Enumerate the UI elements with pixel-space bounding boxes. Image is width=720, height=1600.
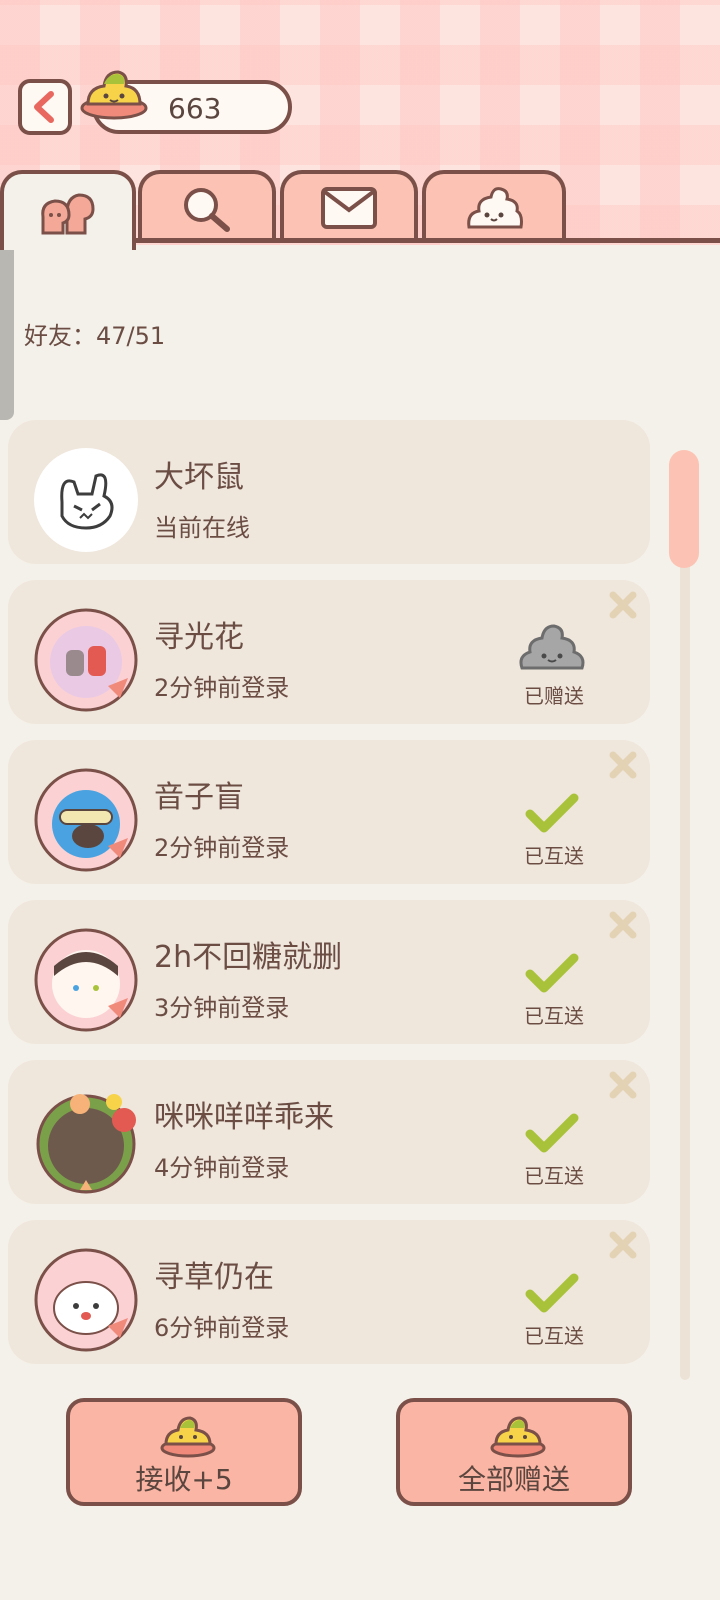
friend-name: 寻草仍在	[154, 1260, 274, 1295]
avatar	[34, 768, 138, 872]
scrollbar-track[interactable]	[680, 450, 690, 1380]
friend-status: 4分钟前登录	[154, 1154, 290, 1182]
friend-status: 当前在线	[154, 514, 250, 542]
avatar	[34, 608, 138, 712]
check-icon	[525, 793, 579, 833]
scrollbar-thumb[interactable]	[669, 450, 699, 568]
close-icon[interactable]	[608, 590, 638, 620]
check-icon	[525, 1273, 579, 1313]
gift-status: 已互送	[524, 1324, 584, 1348]
friends-icon	[41, 193, 95, 235]
friend-card[interactable]: 寻草仍在 6分钟前登录 已互送	[8, 1220, 650, 1364]
check-icon	[525, 1113, 579, 1153]
check-icon	[525, 953, 579, 993]
gift-status: 已赠送	[524, 684, 584, 708]
avatar	[34, 928, 138, 1032]
close-icon[interactable]	[608, 1070, 638, 1100]
chevron-left-icon	[34, 91, 54, 123]
friend-card[interactable]: 大坏鼠 当前在线	[8, 420, 650, 564]
candy-count: 663	[168, 92, 222, 125]
avatar	[34, 1248, 138, 1352]
friend-status: 2分钟前登录	[154, 674, 290, 702]
gift-status: 已互送	[524, 1004, 584, 1028]
mail-icon	[321, 187, 377, 229]
tab-friends[interactable]	[0, 170, 136, 250]
grey-candy-icon	[519, 624, 585, 670]
tab-candy[interactable]	[422, 170, 566, 242]
back-button[interactable]	[18, 79, 72, 135]
gift-status: 已互送	[524, 1164, 584, 1188]
friend-status: 6分钟前登录	[154, 1314, 290, 1342]
friend-status: 3分钟前登录	[154, 994, 290, 1022]
friend-status: 2分钟前登录	[154, 834, 290, 862]
friend-name: 咪咪咩咩乖来	[154, 1100, 334, 1135]
friend-name: 2h不回糖就删	[154, 940, 343, 975]
friend-card[interactable]: 音子盲 2分钟前登录 已互送	[8, 740, 650, 884]
close-icon[interactable]	[608, 1230, 638, 1260]
tab-search[interactable]	[138, 170, 276, 242]
receive-button-label: 接收+5	[135, 1463, 233, 1496]
friend-card[interactable]: 咪咪咩咩乖来 4分钟前登录 已互送	[8, 1060, 650, 1204]
receive-button[interactable]: 接收+5	[66, 1398, 302, 1506]
candy-icon	[467, 187, 523, 229]
candy-icon	[80, 70, 148, 120]
close-icon[interactable]	[608, 910, 638, 940]
tab-bar	[0, 170, 720, 250]
close-icon[interactable]	[608, 750, 638, 780]
friend-name: 寻光花	[154, 620, 244, 655]
friend-card[interactable]: 寻光花 2分钟前登录 已赠送	[8, 580, 650, 724]
candy-icon	[160, 1416, 216, 1458]
friend-name: 音子盲	[154, 780, 244, 815]
friend-card[interactable]: 2h不回糖就删 3分钟前登录 已互送	[8, 900, 650, 1044]
send-all-button[interactable]: 全部赠送	[396, 1398, 632, 1506]
gift-status: 已互送	[524, 844, 584, 868]
send-all-button-label: 全部赠送	[457, 1463, 570, 1496]
tab-mail[interactable]	[280, 170, 418, 242]
friend-name: 大坏鼠	[154, 460, 244, 495]
friends-count: 好友：47/51	[24, 322, 166, 350]
candy-icon	[490, 1416, 546, 1458]
search-icon	[184, 188, 230, 232]
avatar	[34, 448, 138, 552]
avatar	[36, 1094, 136, 1194]
tab-divider	[130, 238, 720, 243]
